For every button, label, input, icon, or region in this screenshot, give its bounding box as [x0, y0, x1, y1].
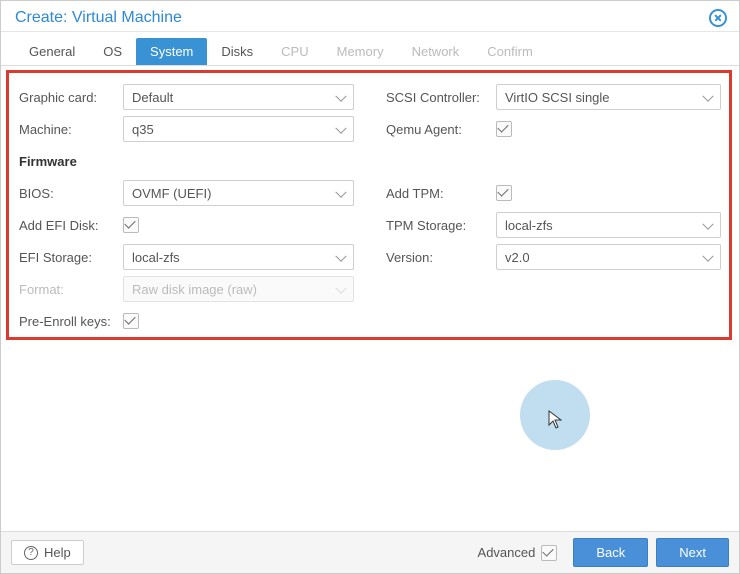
- combo-graphic-card[interactable]: Default: [123, 84, 354, 110]
- label-graphic-card: Graphic card:: [19, 90, 123, 105]
- checkbox-add-efi[interactable]: [123, 217, 139, 233]
- label-pre-enroll: Pre-Enroll keys:: [19, 314, 123, 329]
- label-bios: BIOS:: [19, 186, 123, 201]
- combo-value: v2.0: [505, 250, 530, 265]
- back-button[interactable]: Back: [573, 538, 648, 567]
- combo-value: Raw disk image (raw): [132, 282, 257, 297]
- combo-value: OVMF (UEFI): [132, 186, 211, 201]
- chevron-down-icon: [335, 91, 346, 102]
- chevron-down-icon: [335, 123, 346, 134]
- chevron-down-icon: [702, 251, 713, 262]
- tab-system[interactable]: System: [136, 38, 207, 65]
- left-column: Graphic card: Default Machine: q35 Firmw…: [19, 82, 354, 338]
- combo-value: local-zfs: [505, 218, 553, 233]
- combo-bios[interactable]: OVMF (UEFI): [123, 180, 354, 206]
- help-icon: ?: [24, 546, 38, 560]
- title-bar: Create: Virtual Machine: [1, 1, 739, 32]
- help-label: Help: [44, 545, 71, 560]
- cursor-icon: [548, 410, 562, 430]
- dialog-title: Create: Virtual Machine: [15, 9, 182, 27]
- advanced-toggle[interactable]: Advanced: [478, 545, 558, 561]
- label-format: Format:: [19, 282, 123, 297]
- chevron-down-icon: [335, 283, 346, 294]
- combo-tpm-storage[interactable]: local-zfs: [496, 212, 721, 238]
- combo-efi-storage[interactable]: local-zfs: [123, 244, 354, 270]
- tab-disks[interactable]: Disks: [207, 38, 267, 65]
- tab-network: Network: [398, 38, 474, 65]
- tab-general[interactable]: General: [15, 38, 89, 65]
- tab-os[interactable]: OS: [89, 38, 136, 65]
- advanced-label: Advanced: [478, 545, 536, 560]
- dialog-create-vm: Create: Virtual Machine General OS Syste…: [0, 0, 740, 574]
- label-add-tpm: Add TPM:: [386, 186, 496, 201]
- label-qemu-agent: Qemu Agent:: [386, 122, 496, 137]
- help-button[interactable]: ? Help: [11, 540, 84, 565]
- tab-bar: General OS System Disks CPU Memory Netwo…: [1, 32, 739, 66]
- chevron-down-icon: [335, 251, 346, 262]
- combo-scsi[interactable]: VirtIO SCSI single: [496, 84, 721, 110]
- form-system: Graphic card: Default Machine: q35 Firmw…: [1, 66, 739, 531]
- combo-value: local-zfs: [132, 250, 180, 265]
- chevron-down-icon: [335, 187, 346, 198]
- label-machine: Machine:: [19, 122, 123, 137]
- checkbox-add-tpm[interactable]: [496, 185, 512, 201]
- right-column: SCSI Controller: VirtIO SCSI single Qemu…: [386, 82, 721, 338]
- close-icon[interactable]: [709, 9, 727, 27]
- chevron-down-icon: [702, 219, 713, 230]
- checkbox-pre-enroll[interactable]: [123, 313, 139, 329]
- header-firmware: Firmware: [19, 154, 123, 169]
- label-efi-storage: EFI Storage:: [19, 250, 123, 265]
- combo-tpm-version[interactable]: v2.0: [496, 244, 721, 270]
- footer: ? Help Advanced Back Next: [1, 531, 739, 573]
- label-add-efi: Add EFI Disk:: [19, 218, 123, 233]
- label-tpm-storage: TPM Storage:: [386, 218, 496, 233]
- label-scsi: SCSI Controller:: [386, 90, 496, 105]
- combo-value: Default: [132, 90, 173, 105]
- label-tpm-version: Version:: [386, 250, 496, 265]
- tab-memory: Memory: [323, 38, 398, 65]
- checkbox-advanced[interactable]: [541, 545, 557, 561]
- combo-format: Raw disk image (raw): [123, 276, 354, 302]
- chevron-down-icon: [702, 91, 713, 102]
- combo-value: q35: [132, 122, 154, 137]
- tab-cpu: CPU: [267, 38, 322, 65]
- combo-machine[interactable]: q35: [123, 116, 354, 142]
- checkbox-qemu-agent[interactable]: [496, 121, 512, 137]
- next-button[interactable]: Next: [656, 538, 729, 567]
- combo-value: VirtIO SCSI single: [505, 90, 610, 105]
- tab-confirm: Confirm: [473, 38, 547, 65]
